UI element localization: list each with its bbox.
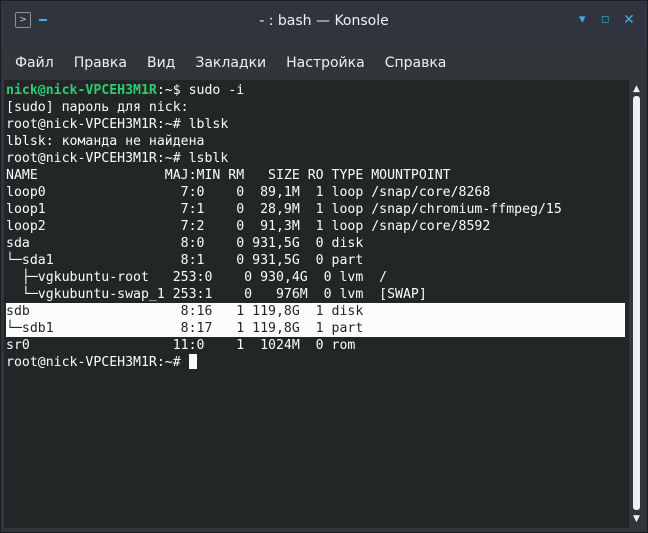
lsblk-row: loop0 7:0 0 89,1M 1 loop /snap/core/8268 <box>6 185 491 200</box>
prompt-root: root@nick-VPCEH3M1R <box>6 117 157 132</box>
close-icon[interactable]: ✕ <box>623 13 635 27</box>
lsblk-header: NAME MAJ:MIN RM SIZE RO TYPE MOUNTPOINT <box>6 168 451 183</box>
command-text: :~# lsblk <box>156 151 229 166</box>
prompt-root: root@nick-VPCEH3M1R <box>6 355 157 370</box>
lsblk-row: ├─vgkubuntu-root 253:0 0 930,4G 0 lvm / <box>6 270 388 285</box>
scrollbar-thumb[interactable] <box>633 96 640 510</box>
lsblk-row: sr0 11:0 1 1024M 0 rom <box>6 338 356 353</box>
title-bar[interactable]: > - : bash — Konsole ▾ ◻ ✕ <box>1 1 647 47</box>
lsblk-row: └─vgkubuntu-swap_1 253:1 0 976M 0 lvm [S… <box>6 287 427 302</box>
lsblk-row-selected[interactable]: └─sdb1 8:17 1 119,8G 1 part <box>6 320 625 337</box>
terminal-output[interactable]: nick@nick-VPCEH3M1R:~$ sudo -i [sudo] па… <box>4 80 629 528</box>
menu-edit[interactable]: Правка <box>64 47 137 80</box>
lsblk-row-selected[interactable]: sdb 8:16 1 119,8G 1 disk <box>6 303 625 320</box>
terminal-line: root@nick-VPCEH3M1R:~# lblsk <box>6 116 625 133</box>
lsblk-row: └─sda1 8:1 0 931,5G 0 part <box>6 253 364 268</box>
terminal-line: nick@nick-VPCEH3M1R:~$ sudo -i <box>6 82 625 99</box>
menu-settings[interactable]: Настройка <box>276 47 375 80</box>
minimize-icon[interactable]: ▾ <box>579 13 586 27</box>
terminal-scrollbar[interactable]: ▲ ▼ <box>629 80 644 528</box>
lsblk-row: sda 8:0 0 931,5G 0 disk <box>6 236 364 251</box>
window-title: - : bash — Konsole <box>259 13 389 29</box>
konsole-window: > - : bash — Konsole ▾ ◻ ✕ Файл Правка В… <box>0 0 648 533</box>
terminal-cursor <box>188 354 197 369</box>
terminal-line: [sudo] пароль для nick: <box>6 100 189 115</box>
command-text: :~# lblsk <box>156 117 229 132</box>
prompt-user: nick@nick-VPCEH3M1R <box>6 83 157 98</box>
menu-bar: Файл Правка Вид Закладки Настройка Справ… <box>1 47 647 80</box>
lsblk-row: loop1 7:1 0 28,9M 1 loop /snap/chromium-… <box>6 202 562 217</box>
menu-bookmarks[interactable]: Закладки <box>185 47 276 80</box>
terminal-line: root@nick-VPCEH3M1R:~# <box>6 354 625 371</box>
terminal-line: root@nick-VPCEH3M1R:~# lsblk <box>6 150 625 167</box>
scroll-down-icon[interactable]: ▼ <box>631 514 642 524</box>
terminal-line: lblsk: команда не найдена <box>6 134 205 149</box>
command-text: :~$ sudo -i <box>156 83 245 98</box>
menu-file[interactable]: Файл <box>1 47 64 80</box>
prompt-root: root@nick-VPCEH3M1R <box>6 151 157 166</box>
lsblk-row: loop2 7:2 0 91,3M 1 loop /snap/core/8592 <box>6 219 491 234</box>
command-text: :~# <box>156 355 189 370</box>
menu-help[interactable]: Справка <box>375 47 457 80</box>
menu-view[interactable]: Вид <box>137 47 185 80</box>
scroll-up-icon[interactable]: ▲ <box>631 84 642 94</box>
maximize-icon[interactable]: ◻ <box>601 13 609 27</box>
